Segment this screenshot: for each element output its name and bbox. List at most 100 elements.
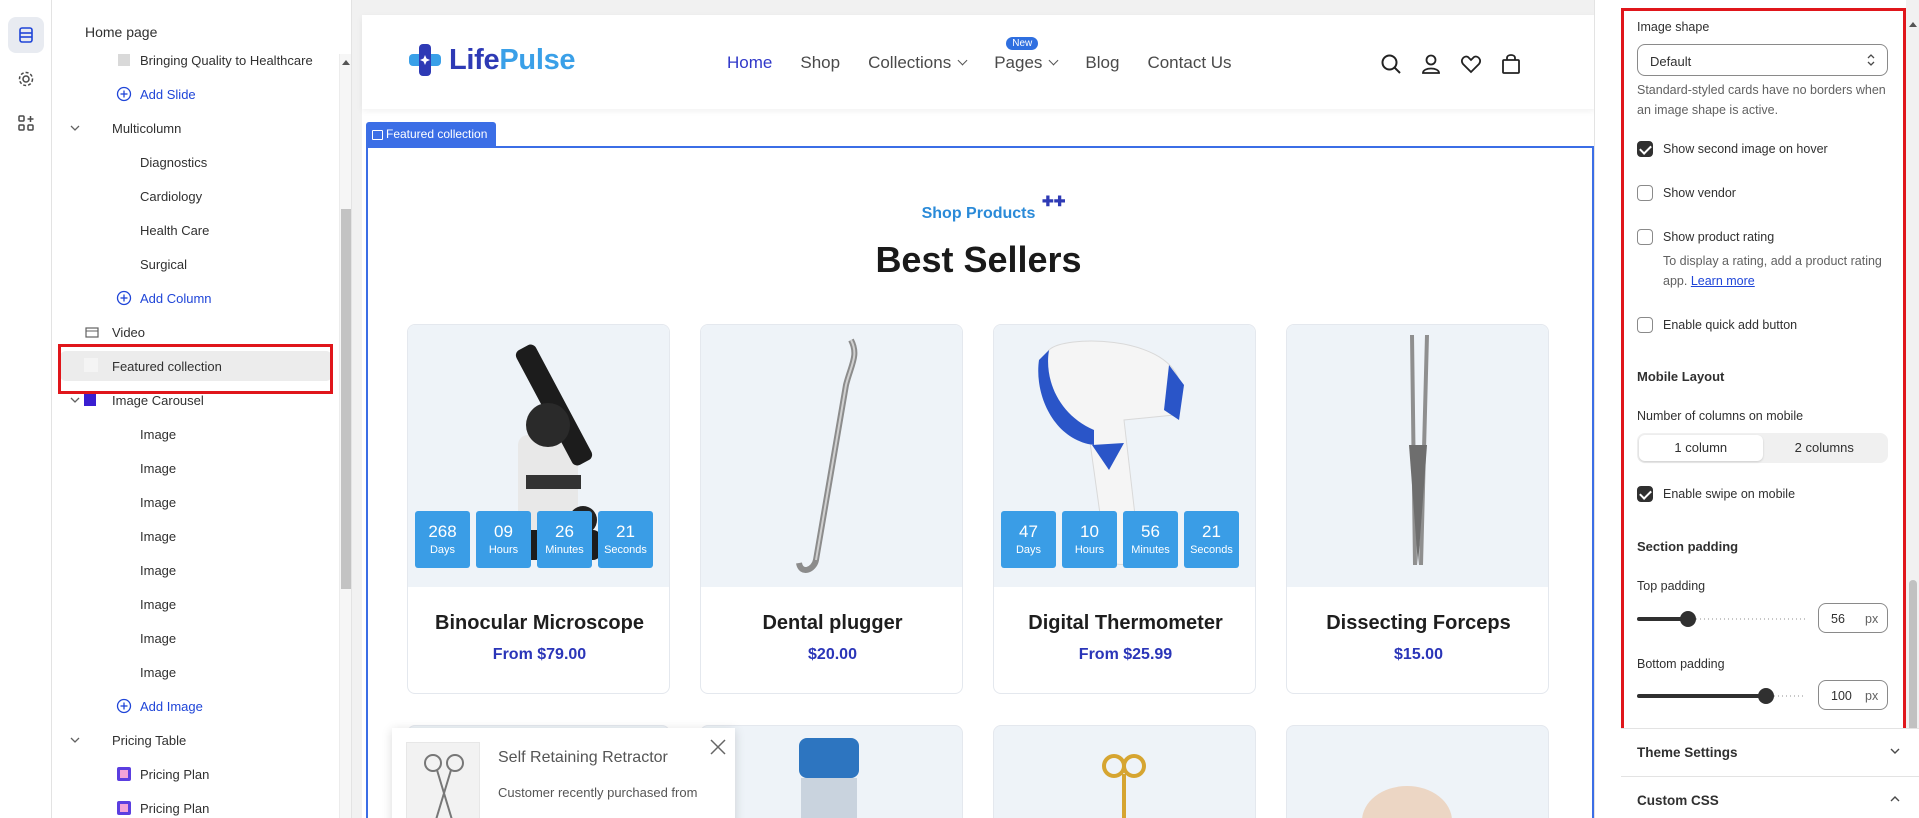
product-card[interactable]: 268 Days 09 Hours 26 Minutes 21 Seconds Binocula… <box>407 324 670 694</box>
tree-item-multicolumn[interactable]: Multicolumn <box>52 113 340 143</box>
learn-more-link[interactable]: Learn more <box>1691 274 1755 288</box>
countdown-value: 268 <box>428 522 457 541</box>
add-block-button[interactable]: Add Image <box>52 691 340 721</box>
quick-add-checkbox[interactable] <box>1637 317 1653 333</box>
close-icon[interactable] <box>709 738 727 756</box>
chevron-down-icon <box>957 55 968 66</box>
tree-item-health-care[interactable]: Health Care <box>52 215 340 245</box>
quick-add-label: Enable quick add button <box>1663 318 1798 332</box>
sections-icon[interactable] <box>8 17 44 53</box>
top-padding-input[interactable]: 56 px <box>1818 603 1888 633</box>
slider-knob[interactable] <box>1758 688 1774 704</box>
tree-item-image[interactable]: Image <box>52 589 340 619</box>
main-nav: Home Shop Collections Pages New Blog Contact U… <box>727 37 1260 73</box>
product-card[interactable] <box>1286 725 1549 818</box>
rating-checkbox[interactable] <box>1637 229 1653 245</box>
tree-item-cardiology[interactable]: Cardiology <box>52 181 340 211</box>
product-name[interactable]: Digital Thermometer <box>994 612 1255 635</box>
tree-item-image[interactable]: Image <box>52 657 340 687</box>
swipe-checkbox[interactable] <box>1637 486 1653 502</box>
tree-item-label: Add Slide <box>140 87 196 102</box>
two-columns-option[interactable]: 2 columns <box>1763 435 1887 461</box>
tree-item-video[interactable]: Video <box>52 317 340 347</box>
product-price: $20.00 <box>808 646 857 663</box>
countdown-unit: Minutes <box>545 544 584 556</box>
tree-item-image-carousel[interactable]: Image Carousel <box>52 385 340 415</box>
image-shape-select[interactable]: Default <box>1637 44 1888 76</box>
tree-item-label: Image <box>140 665 177 680</box>
bottom-padding-slider[interactable] <box>1637 688 1805 704</box>
countdown-value: 09 <box>494 522 513 541</box>
product-card[interactable]: 47 Days 10 Hours 56 Minutes 21 Seconds Digital T… <box>993 324 1256 694</box>
top-padding-slider[interactable] <box>1637 611 1805 627</box>
product-card[interactable]: Dental plugger $20.00 <box>700 324 963 694</box>
nav-blog[interactable]: Blog <box>1085 53 1119 73</box>
settings-scrollbar[interactable] <box>1906 0 1919 818</box>
product-card[interactable]: Dissecting Forceps $15.00 <box>1286 324 1549 694</box>
vendor-checkbox[interactable] <box>1637 185 1653 201</box>
one-column-option[interactable]: 1 column <box>1639 435 1763 461</box>
settings-gear-icon[interactable] <box>8 61 44 97</box>
tree-item-image[interactable]: Image <box>52 453 340 483</box>
tree-scrollbar[interactable] <box>339 54 351 818</box>
product-name[interactable]: Dissecting Forceps <box>1287 612 1548 635</box>
nav-shop[interactable]: Shop <box>800 53 840 73</box>
countdown-unit: Seconds <box>604 544 647 556</box>
tree-item-diagnostics[interactable]: Diagnostics <box>52 147 340 177</box>
product-name[interactable]: Dental plugger <box>701 612 962 635</box>
store-logo[interactable]: LifePulse <box>407 42 576 78</box>
add-block-button[interactable]: Add Column <box>52 283 340 313</box>
countdown-value: 26 <box>555 522 574 541</box>
scroll-up-arrow-icon[interactable] <box>1909 22 1917 27</box>
tree-item-label: Surgical <box>140 257 187 272</box>
tree-item-image[interactable]: Image <box>52 521 340 551</box>
slider-knob[interactable] <box>1680 611 1696 627</box>
search-icon[interactable] <box>1380 53 1402 75</box>
product-image[interactable] <box>701 325 962 587</box>
nav-contact-us[interactable]: Contact Us <box>1147 53 1231 73</box>
tree-item-image[interactable]: Image <box>52 623 340 653</box>
product-image[interactable] <box>1287 325 1548 587</box>
store-preview: LifePulse Home Shop Collections Pages New Blo… <box>362 15 1594 818</box>
tree-item-image[interactable]: Image <box>52 555 340 585</box>
section-padding-heading: Section padding <box>1637 539 1739 554</box>
product-card[interactable] <box>700 725 963 818</box>
tree-item-image[interactable]: Image <box>52 487 340 517</box>
product-name[interactable]: Binocular Microscope <box>408 612 669 635</box>
tree-item-label: Image <box>140 495 177 510</box>
tree-scroll-thumb[interactable] <box>341 209 351 589</box>
nav-collections[interactable]: Collections <box>868 53 968 73</box>
logo-cross-icon <box>407 42 443 78</box>
countdown-box: 21 Seconds <box>1184 511 1239 568</box>
tree-item-surgical[interactable]: Surgical <box>52 249 340 279</box>
scroll-up-arrow-icon[interactable] <box>342 60 350 65</box>
custom-css-accordion[interactable]: Custom CSS <box>1621 776 1919 818</box>
chevron-down-icon[interactable] <box>70 395 80 405</box>
logo-text-a: Life <box>449 43 500 76</box>
top-padding-label: Top padding <box>1637 579 1706 593</box>
theme-settings-accordion[interactable]: Theme Settings <box>1621 728 1919 776</box>
wishlist-heart-icon[interactable] <box>1460 53 1482 75</box>
countdown-box: 09 Hours <box>476 511 531 568</box>
toast-title: Self Retaining Retractor <box>498 749 668 766</box>
bottom-padding-input[interactable]: 100 px <box>1818 680 1888 710</box>
tree-item-image[interactable]: Image <box>52 419 340 449</box>
featured-collection-tag[interactable]: Featured collection <box>366 122 497 146</box>
tree-item-pricing-plan[interactable]: Pricing Plan <box>52 759 340 789</box>
nav-pages[interactable]: Pages New <box>994 37 1059 73</box>
product-card[interactable] <box>993 725 1256 818</box>
tree-item-featured-collection[interactable]: Featured collection <box>60 351 332 381</box>
chevron-down-icon[interactable] <box>70 123 80 133</box>
add-block-button[interactable]: Add Slide <box>52 79 340 109</box>
image-shape-label: Image shape <box>1637 20 1710 34</box>
nav-home[interactable]: Home <box>727 53 772 73</box>
chevron-down-icon[interactable] <box>70 735 80 745</box>
tree-item-pricing-table[interactable]: Pricing Table <box>52 725 340 755</box>
second-image-checkbox[interactable] <box>1637 141 1653 157</box>
tree-item-pricing-plan[interactable]: Pricing Plan <box>52 793 340 818</box>
purchase-toast[interactable]: Self Retaining Retractor Customer recent… <box>392 728 735 818</box>
cart-bag-icon[interactable] <box>1500 53 1522 75</box>
apps-icon[interactable] <box>8 105 44 141</box>
account-icon[interactable] <box>1420 53 1442 75</box>
tree-item-label: Cardiology <box>140 189 203 204</box>
